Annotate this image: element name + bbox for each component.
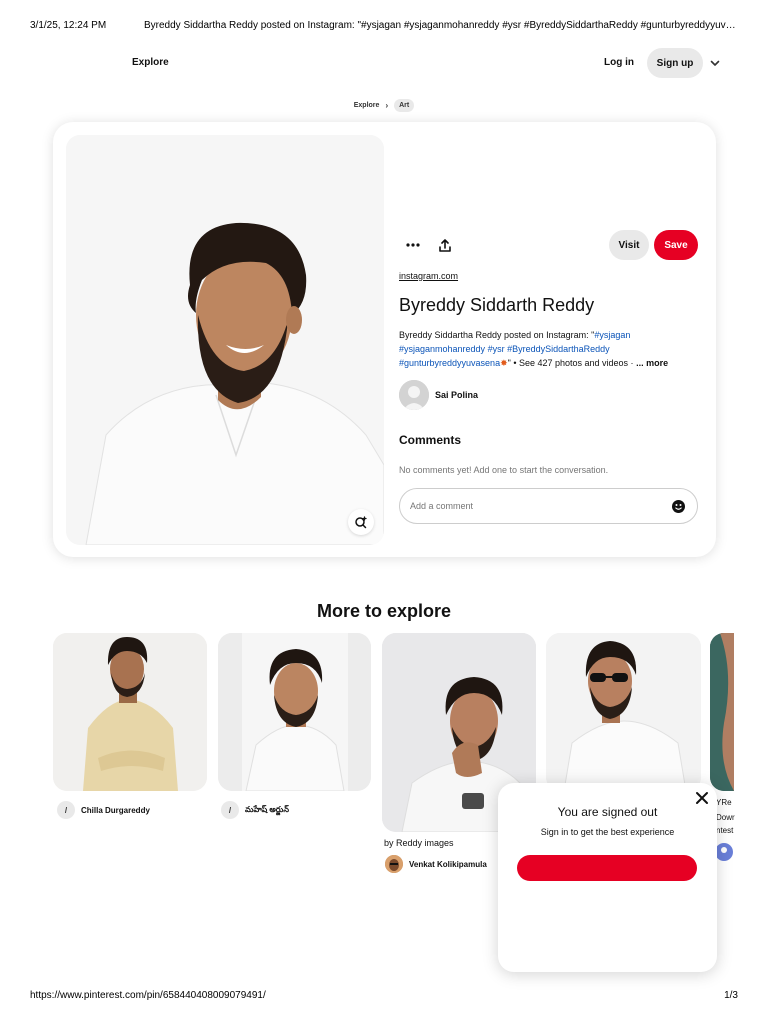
print-page-title: Byreddy Siddartha Reddy posted on Instag…: [144, 20, 736, 31]
print-url: https://www.pinterest.com/pin/6584404080…: [30, 990, 266, 1001]
hashtag-link[interactable]: #ByreddySiddarthaReddy: [507, 344, 610, 354]
explore-card-image: [53, 633, 207, 791]
more-link[interactable]: ... more: [636, 358, 668, 368]
comment-box: [399, 488, 698, 524]
signup-button[interactable]: Sign up: [647, 48, 703, 78]
partial-avatar-icon[interactable]: [715, 843, 733, 861]
pinner-chip[interactable]: Venkat Kolikipamula: [385, 855, 487, 873]
print-footer: https://www.pinterest.com/pin/6584404080…: [30, 990, 738, 1004]
comments-heading: Comments: [399, 433, 462, 447]
author-name[interactable]: Sai Polina: [435, 390, 478, 400]
print-header: 3/1/25, 12:24 PM Byreddy Siddartha Reddy…: [30, 20, 738, 34]
nav-explore-link[interactable]: Explore: [132, 57, 169, 68]
sign-in-button[interactable]: [517, 855, 697, 881]
hashtag-link[interactable]: #ysjaganmohanreddy: [399, 344, 485, 354]
board-icon: /: [57, 801, 75, 819]
hashtag-link[interactable]: #ysjagan: [594, 330, 630, 340]
breadcrumb-explore[interactable]: Explore: [354, 102, 380, 109]
pin-actions: Visit Save: [399, 230, 699, 260]
pinner-name[interactable]: Chilla Durgareddy: [81, 806, 150, 815]
explore-card-image: [710, 633, 734, 791]
breadcrumb-art[interactable]: Art: [394, 98, 415, 112]
pinner-name[interactable]: మహేష్ అర్జున్: [245, 805, 289, 816]
pin-title: Byreddy Siddarth Reddy: [399, 295, 595, 315]
pin-image[interactable]: [66, 135, 384, 545]
chevron-right-icon: ›: [385, 100, 389, 110]
hashtag-link[interactable]: #gunturbyreddyyuvasena: [399, 358, 500, 368]
explosion-emoji-icon: ✸: [500, 358, 508, 368]
pinner-chip[interactable]: / మహేష్ అర్జున్: [221, 801, 289, 819]
desc-text: Byreddy Siddartha Reddy posted on Instag…: [399, 330, 595, 340]
author-avatar[interactable]: [399, 380, 429, 410]
explore-card[interactable]: [218, 633, 371, 791]
pin-author[interactable]: Sai Polina: [399, 379, 478, 411]
close-icon[interactable]: [695, 791, 709, 805]
desc-text: " • See 427 photos and videos ·: [507, 358, 634, 368]
explore-card-image: [218, 633, 371, 791]
chevron-down-icon[interactable]: [708, 56, 722, 70]
clipped-text: YRe: [716, 798, 732, 807]
print-page-number: 1/3: [724, 990, 738, 1001]
modal-title: You are signed out: [557, 805, 658, 819]
signed-out-modal: You are signed out Sign in to get the be…: [498, 783, 717, 972]
pin-card: Visit Save instagram.com Byreddy Siddart…: [53, 122, 716, 557]
visit-button[interactable]: Visit: [609, 230, 649, 260]
top-nav: Explore Log in Sign up: [0, 46, 768, 80]
no-comments-text: No comments yet! Add one to start the co…: [399, 465, 609, 475]
save-button[interactable]: Save: [654, 230, 698, 260]
explore-card[interactable]: [710, 633, 734, 791]
pinner-avatar[interactable]: [385, 855, 403, 873]
explore-card-image: [546, 633, 701, 791]
clipped-text: ntest: [716, 826, 734, 835]
more-options-icon[interactable]: [399, 231, 427, 259]
emoji-icon[interactable]: [672, 500, 685, 513]
modal-subtitle: Sign in to get the best experience: [540, 827, 675, 837]
clipped-text: Dowr: [716, 813, 735, 822]
more-to-explore-heading: More to explore: [316, 601, 452, 621]
visual-search-icon[interactable]: [348, 509, 374, 535]
board-label[interactable]: by Reddy images: [384, 838, 454, 848]
pin-photo: [66, 135, 384, 545]
comment-input[interactable]: [410, 498, 660, 514]
hashtag-link[interactable]: #ysr: [488, 344, 505, 354]
explore-card[interactable]: [53, 633, 207, 791]
pinner-chip[interactable]: / Chilla Durgareddy: [57, 801, 150, 819]
breadcrumb: Explore › Art: [0, 97, 768, 113]
explore-card[interactable]: [546, 633, 701, 791]
pinner-name[interactable]: Venkat Kolikipamula: [409, 860, 487, 869]
pin-description: Byreddy Siddartha Reddy posted on Instag…: [399, 328, 701, 370]
print-date: 3/1/25, 12:24 PM: [30, 20, 107, 31]
share-icon[interactable]: [431, 231, 459, 259]
board-icon: /: [221, 801, 239, 819]
source-link[interactable]: instagram.com: [399, 271, 458, 281]
login-button[interactable]: Log in: [604, 57, 634, 68]
